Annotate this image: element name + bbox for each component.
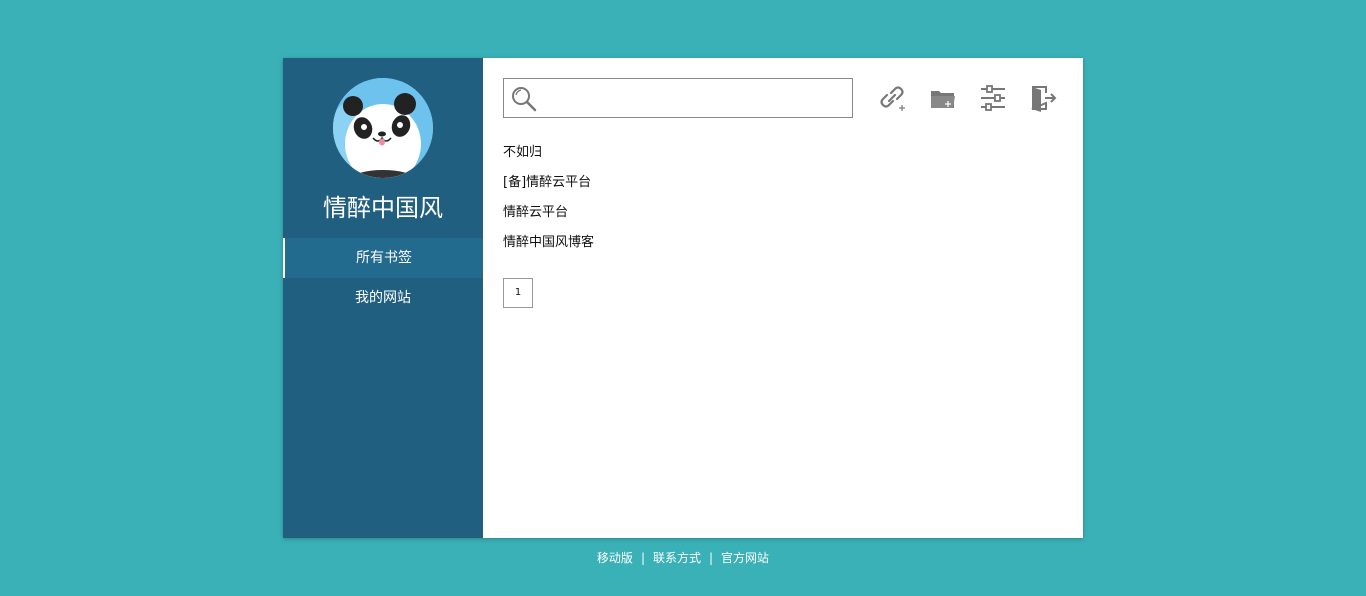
add-folder-button[interactable] bbox=[928, 83, 958, 113]
add-link-button[interactable] bbox=[878, 83, 908, 113]
bookmark-item[interactable]: 不如归 bbox=[503, 138, 903, 168]
app-window: 情醉中国风 所有书签 我的网站 不如归 [备]情醉云平台 情醉云平台 情醉中国风… bbox=[283, 58, 1083, 538]
main-panel: 不如归 [备]情醉云平台 情醉云平台 情醉中国风博客 1 bbox=[483, 58, 1083, 538]
pagination: 1 bbox=[503, 278, 533, 308]
sidebar-nav: 所有书签 我的网站 bbox=[283, 238, 483, 318]
bookmark-item[interactable]: [备]情醉云平台 bbox=[503, 168, 903, 198]
footer-link-mobile[interactable]: 移动版 bbox=[597, 551, 633, 565]
bookmark-item[interactable]: 情醉中国风博客 bbox=[503, 228, 903, 258]
search-box bbox=[503, 78, 853, 118]
settings-button[interactable] bbox=[978, 83, 1008, 113]
add-link-icon bbox=[880, 86, 905, 111]
panda-avatar-icon bbox=[333, 78, 433, 178]
search-icon[interactable] bbox=[510, 85, 538, 113]
sidebar-title: 情醉中国风 bbox=[323, 194, 443, 222]
logout-button[interactable] bbox=[1028, 83, 1058, 113]
footer-separator: | bbox=[640, 551, 645, 565]
footer-separator: | bbox=[709, 551, 714, 565]
settings-sliders-icon bbox=[981, 85, 1005, 111]
avatar bbox=[333, 78, 433, 178]
bookmark-list: 不如归 [备]情醉云平台 情醉云平台 情醉中国风博客 bbox=[503, 138, 903, 258]
page-button-1[interactable]: 1 bbox=[503, 278, 533, 308]
bookmark-item[interactable]: 情醉云平台 bbox=[503, 198, 903, 228]
sidebar: 情醉中国风 所有书签 我的网站 bbox=[283, 58, 483, 538]
footer-link-official-site[interactable]: 官方网站 bbox=[721, 551, 769, 565]
footer: 移动版 | 联系方式 | 官方网站 bbox=[0, 548, 1366, 568]
sidebar-item-all-bookmarks[interactable]: 所有书签 bbox=[283, 238, 483, 278]
search-input[interactable] bbox=[544, 83, 848, 115]
add-folder-icon bbox=[931, 91, 955, 108]
footer-link-contact[interactable]: 联系方式 bbox=[653, 551, 701, 565]
logout-icon bbox=[1031, 86, 1057, 112]
sidebar-item-my-sites[interactable]: 我的网站 bbox=[283, 278, 483, 318]
